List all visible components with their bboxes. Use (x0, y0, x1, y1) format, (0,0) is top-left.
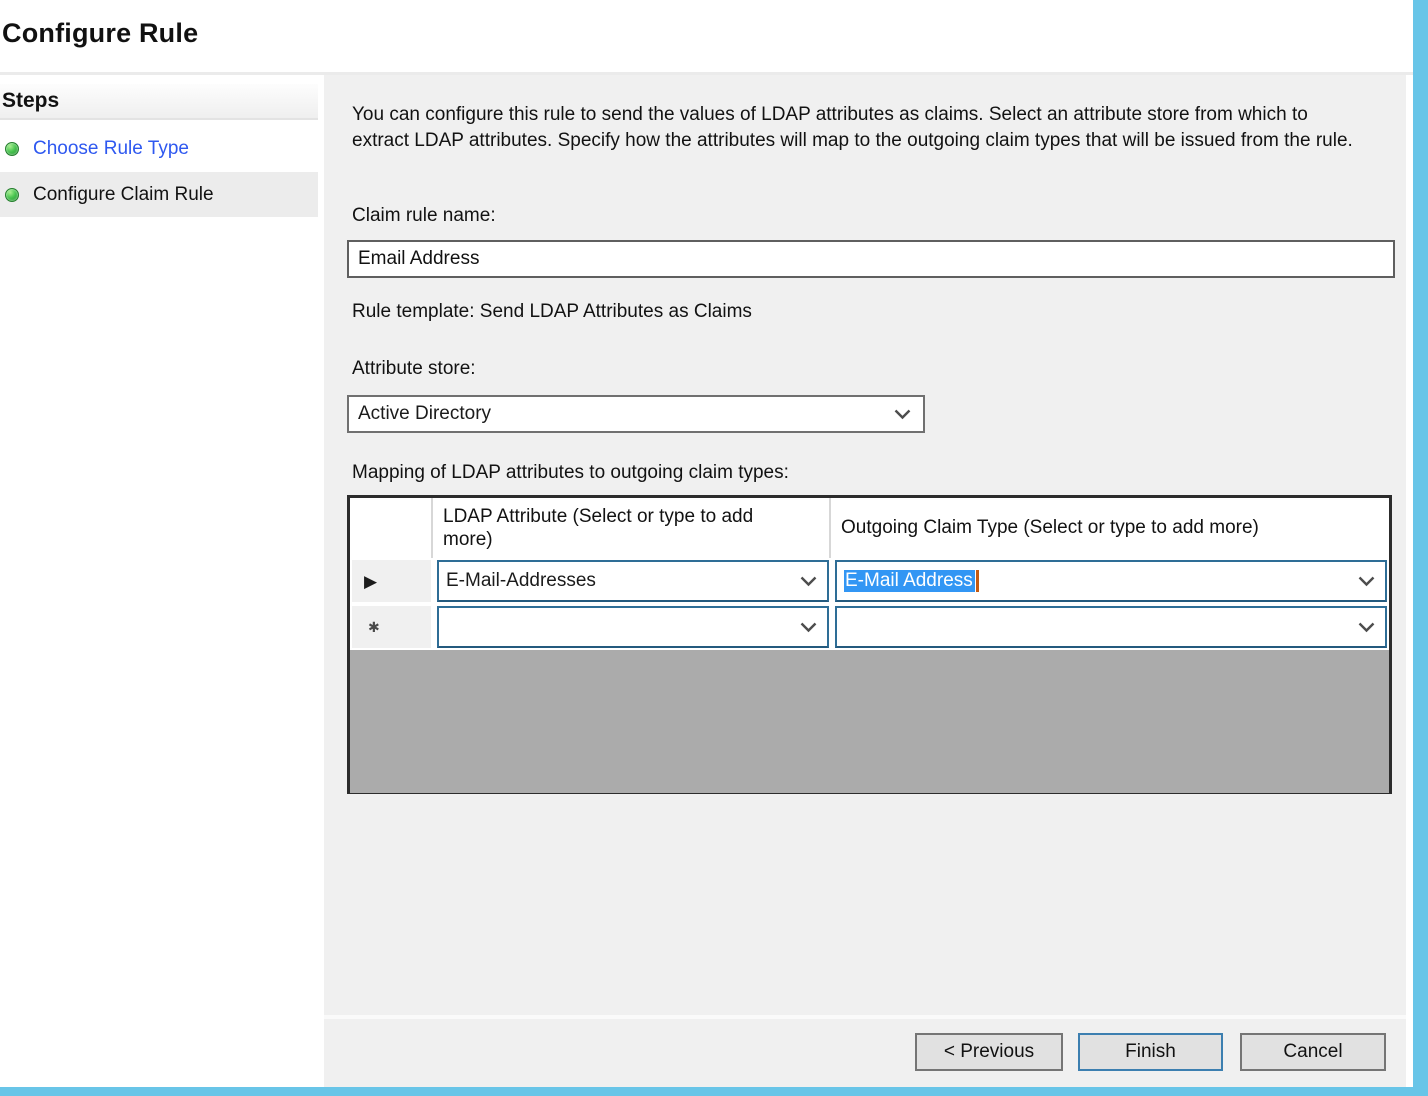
footer-divider (324, 1015, 1406, 1019)
outgoing-claim-type-value: E-Mail Address (837, 570, 1358, 592)
outgoing-claim-type-dropdown-empty[interactable] (835, 606, 1387, 648)
outgoing-claim-type-cell (831, 604, 1389, 650)
current-row-arrow-icon: ▶ (364, 573, 377, 590)
selected-text: E-Mail Address (844, 570, 975, 592)
ldap-attribute-cell: E-Mail-Addresses (433, 558, 831, 604)
outgoing-claim-type-cell: E-Mail Address (831, 558, 1389, 604)
mapping-grid-header: LDAP Attribute (Select or type to add mo… (350, 498, 1389, 558)
column-header-selector (350, 498, 433, 558)
attribute-store-dropdown[interactable]: Active Directory (347, 395, 925, 433)
rule-description-text: You can configure this rule to send the … (352, 102, 1367, 154)
column-header-ldap-attribute: LDAP Attribute (Select or type to add mo… (433, 498, 831, 558)
rule-template-text: Rule template: Send LDAP Attributes as C… (352, 301, 752, 323)
steps-heading: Steps (0, 84, 318, 120)
ldap-attribute-cell (433, 604, 831, 650)
chevron-down-icon (800, 576, 817, 587)
mapping-grid: LDAP Attribute (Select or type to add mo… (347, 495, 1392, 794)
ldap-attribute-value: E-Mail-Addresses (439, 570, 800, 592)
step-item-choose-rule-type[interactable]: Choose Rule Type (0, 126, 318, 171)
page-title: Configure Rule (2, 18, 198, 49)
finish-button[interactable]: Finish (1078, 1033, 1223, 1071)
outgoing-claim-type-dropdown[interactable]: E-Mail Address (835, 560, 1387, 602)
cancel-button[interactable]: Cancel (1240, 1033, 1386, 1071)
green-status-dot-icon (5, 142, 19, 156)
claim-rule-name-input[interactable] (347, 240, 1395, 278)
mapping-label: Mapping of LDAP attributes to outgoing c… (352, 462, 789, 484)
chevron-down-icon (894, 409, 911, 420)
claim-rule-name-label: Claim rule name: (352, 205, 496, 227)
step-label: Choose Rule Type (33, 138, 189, 160)
previous-button[interactable]: < Previous (915, 1033, 1063, 1071)
text-caret (976, 570, 979, 592)
window-border-bottom (0, 1087, 1428, 1096)
configure-rule-wizard-window: Configure Rule Steps Choose Rule Type Co… (0, 0, 1428, 1096)
table-row: ▶ E-Mail-Addresses E-Mail Address (350, 558, 1389, 604)
grid-empty-area (350, 650, 1389, 793)
ldap-attribute-dropdown[interactable]: E-Mail-Addresses (437, 560, 829, 602)
wizard-title-bar: Configure Rule (0, 0, 1413, 72)
window-border-right (1413, 0, 1428, 1096)
attribute-store-value: Active Directory (349, 403, 894, 425)
row-selector-new[interactable]: ✱ (350, 604, 433, 650)
table-row-new: ✱ (350, 604, 1389, 650)
chevron-down-icon (1358, 622, 1375, 633)
steps-sidebar: Steps Choose Rule Type Configure Claim R… (0, 75, 318, 1088)
chevron-down-icon (800, 622, 817, 633)
attribute-store-label: Attribute store: (352, 358, 476, 380)
step-label: Configure Claim Rule (33, 184, 214, 206)
chevron-down-icon (1358, 576, 1375, 587)
step-item-configure-claim-rule[interactable]: Configure Claim Rule (0, 172, 318, 217)
green-status-dot-icon (5, 188, 19, 202)
row-selector-current[interactable]: ▶ (350, 558, 433, 604)
column-header-outgoing-claim-type: Outgoing Claim Type (Select or type to a… (831, 498, 1389, 558)
wizard-content-panel: You can configure this rule to send the … (324, 75, 1406, 1088)
new-row-asterisk-icon: ✱ (364, 620, 380, 634)
ldap-attribute-dropdown-empty[interactable] (437, 606, 829, 648)
